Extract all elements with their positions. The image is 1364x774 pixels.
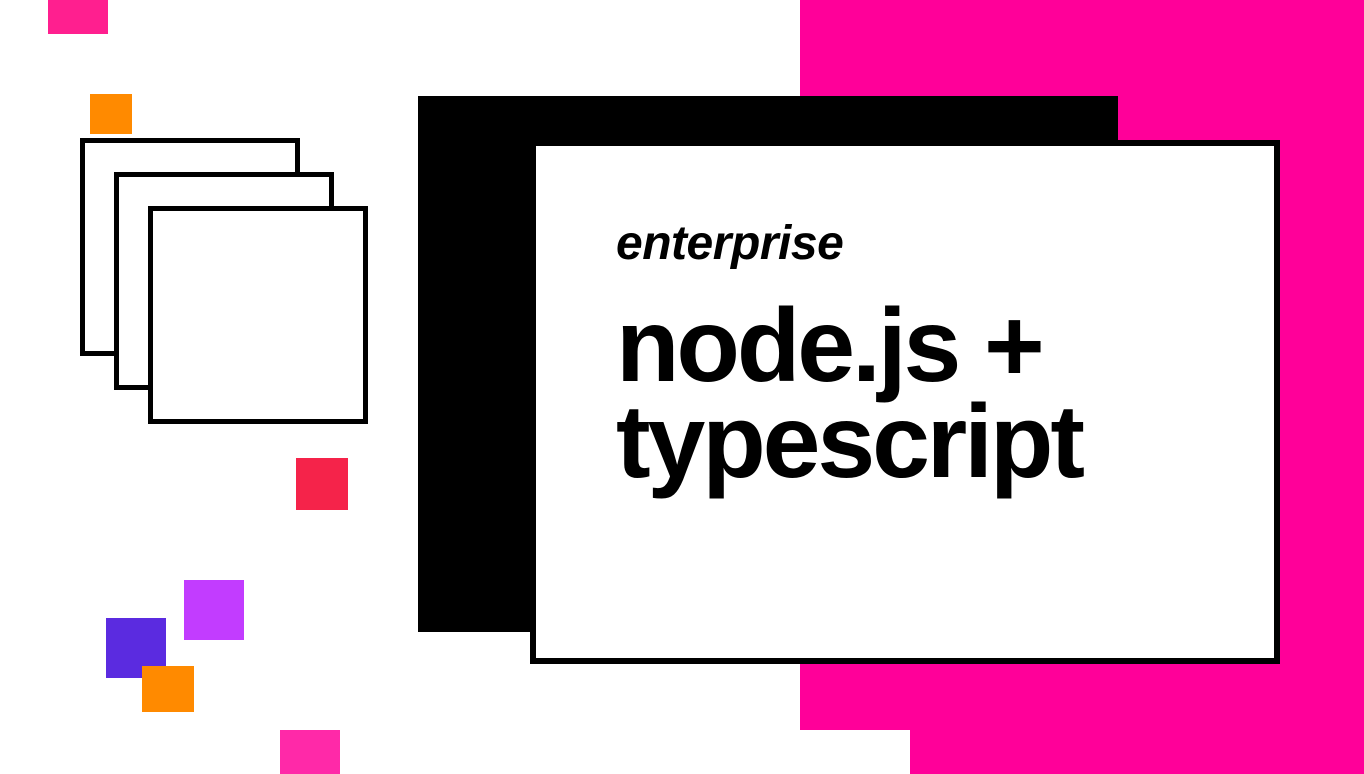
- headline-text: node.js + typescript: [616, 299, 1194, 490]
- title-card: enterprise node.js + typescript: [530, 140, 1280, 664]
- eyebrow-text: enterprise: [616, 216, 1194, 271]
- lower-orange-square: [142, 666, 194, 712]
- mid-red-square: [296, 458, 348, 510]
- headline-line-2: typescript: [616, 384, 1082, 500]
- magenta-slab-notch: [800, 730, 910, 774]
- graphic-canvas: enterprise node.js + typescript: [0, 0, 1364, 774]
- lower-bright-purple-square: [184, 580, 244, 640]
- top-magenta-square: [48, 0, 108, 34]
- stacked-outline-square-3: [148, 206, 368, 424]
- top-orange-square: [90, 94, 132, 134]
- bottom-magenta-square: [280, 730, 340, 774]
